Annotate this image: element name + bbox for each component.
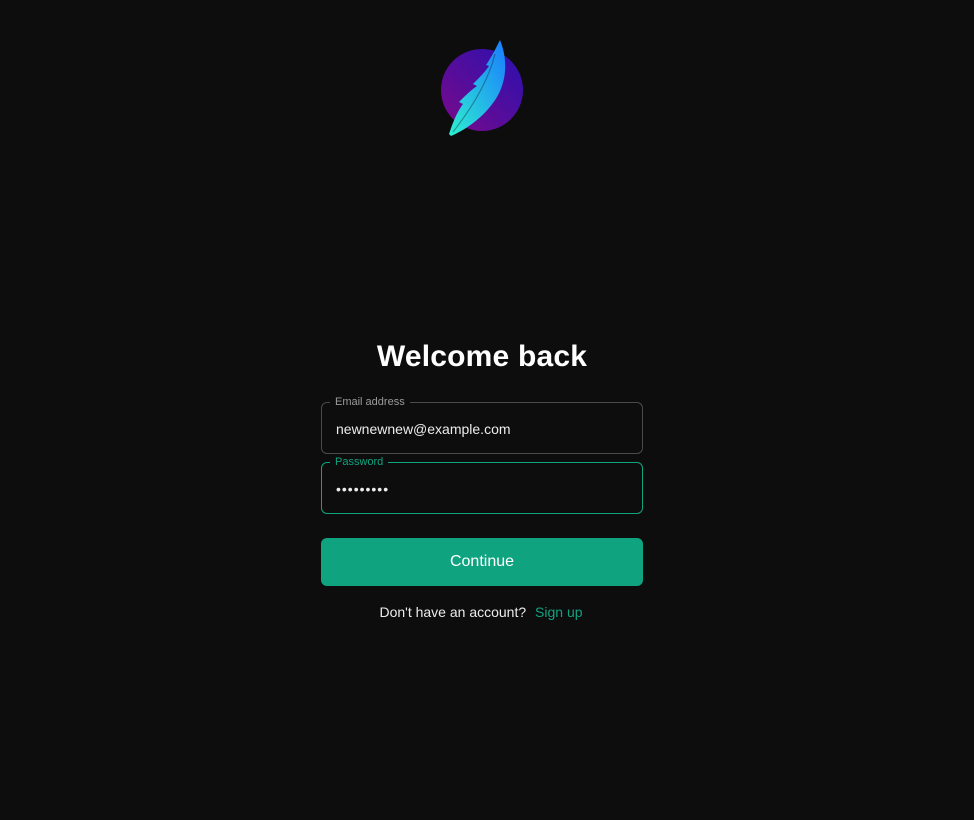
login-page: Welcome back Email address Password Cont… <box>0 0 974 820</box>
email-field[interactable]: Email address <box>321 395 643 454</box>
feather-logo-icon <box>441 40 523 136</box>
password-field[interactable]: Password <box>321 455 643 514</box>
signup-prompt: Don't have an account? <box>379 604 527 620</box>
continue-button[interactable]: Continue <box>321 538 643 586</box>
password-input[interactable] <box>336 463 628 513</box>
signup-link[interactable]: Sign up <box>535 604 582 620</box>
signup-row: Don't have an account? Sign up <box>0 604 962 620</box>
email-input[interactable] <box>336 403 628 453</box>
page-title: Welcome back <box>376 340 588 373</box>
